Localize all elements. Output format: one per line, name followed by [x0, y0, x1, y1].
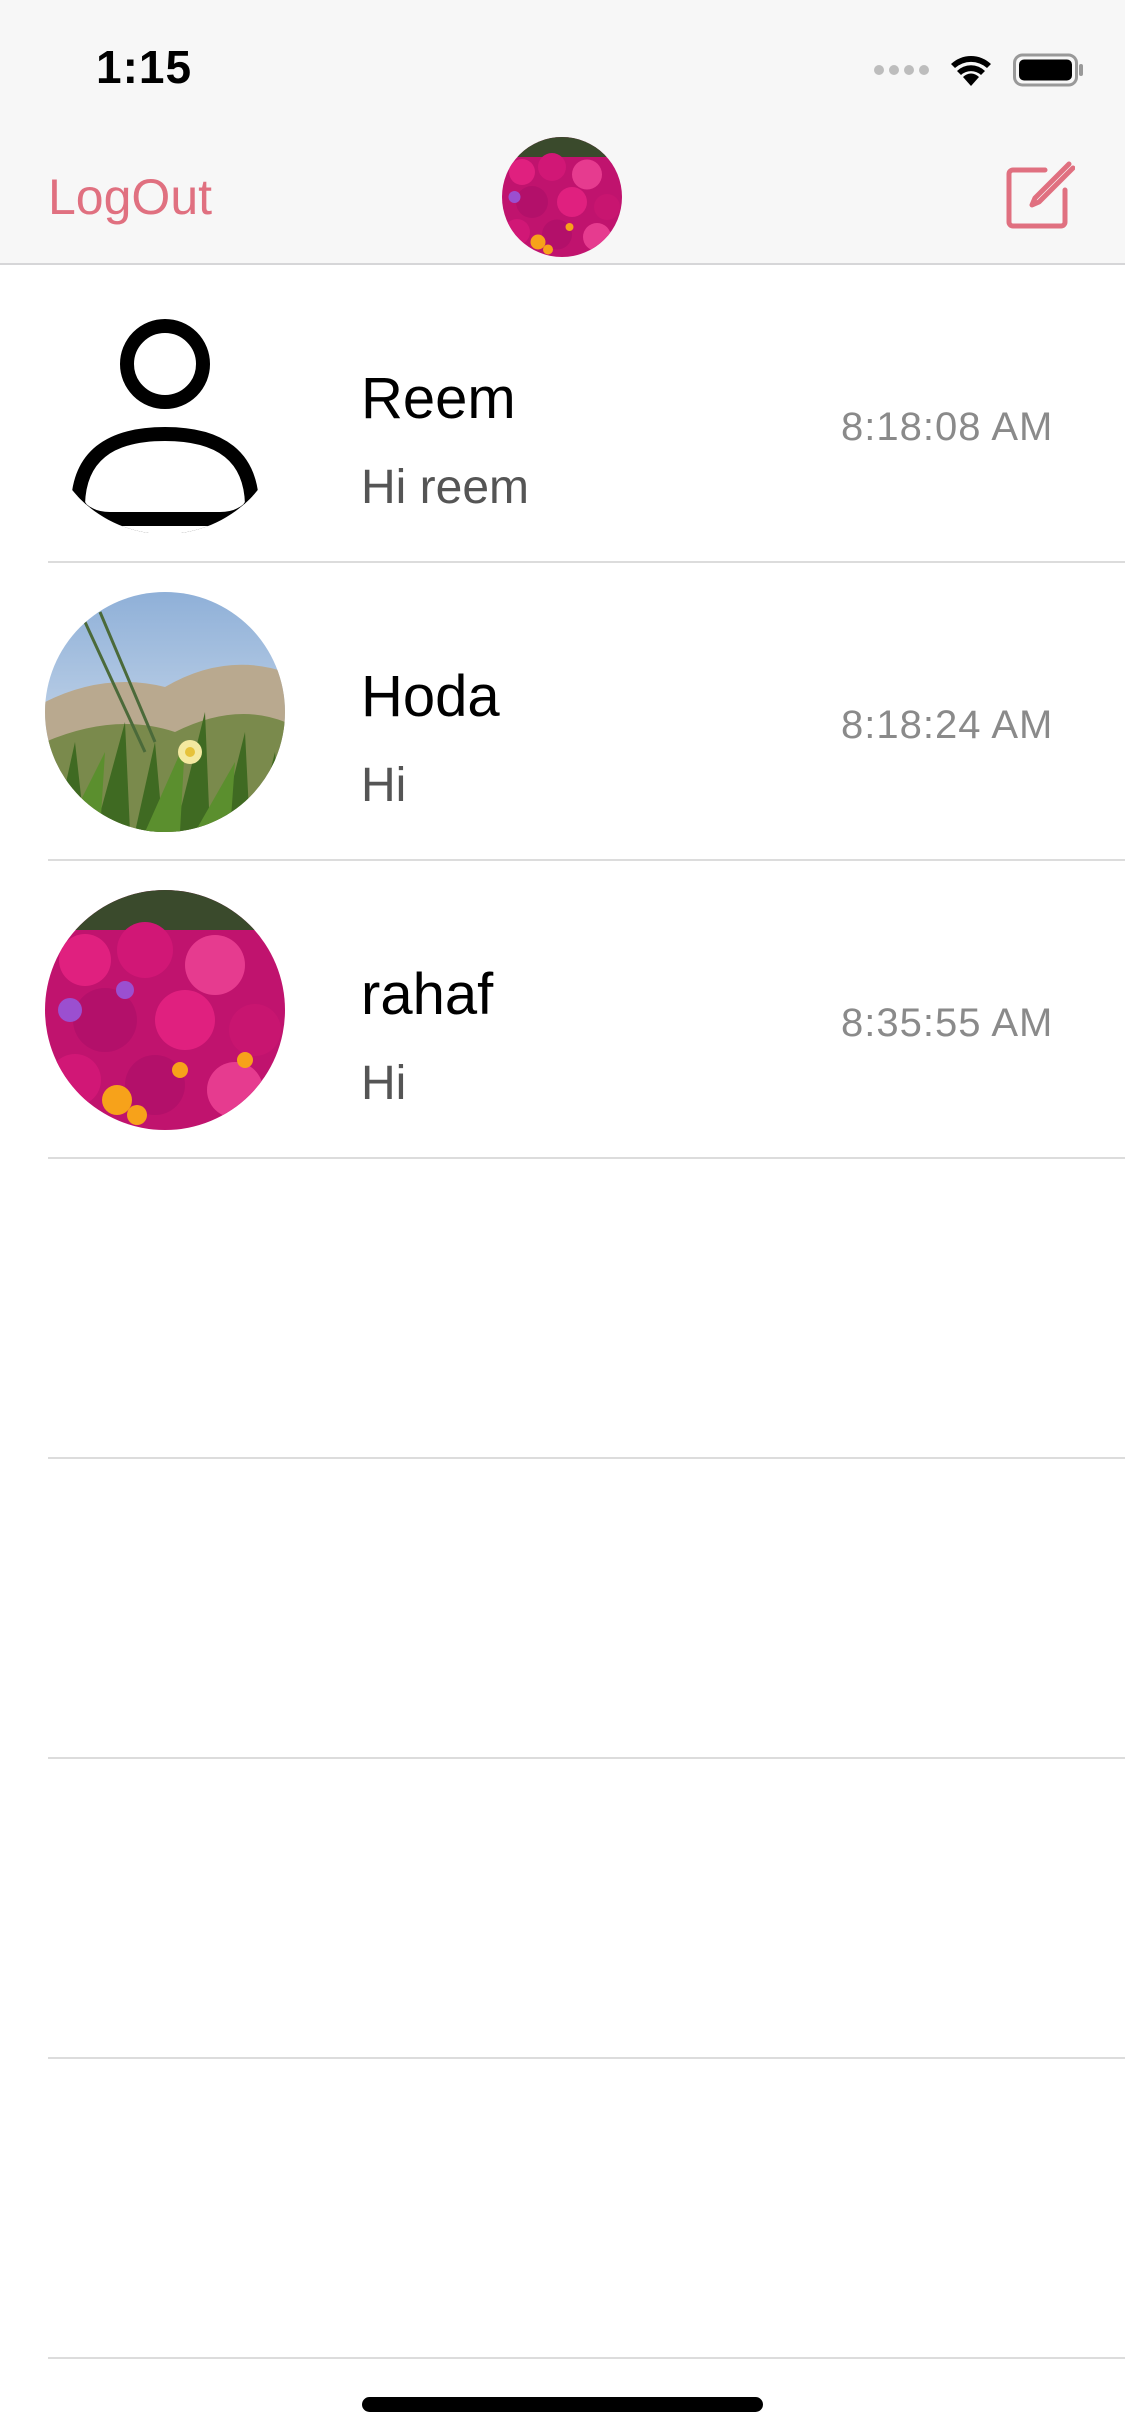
- chat-name: Hoda: [361, 664, 500, 729]
- home-indicator[interactable]: [362, 2397, 763, 2412]
- status-indicators: [874, 50, 1085, 90]
- chat-message-preview: Hi: [361, 1057, 407, 1110]
- signal-dots-icon: [874, 65, 929, 75]
- chat-name: Reem: [361, 366, 516, 431]
- chat-name: rahaf: [361, 962, 494, 1027]
- wifi-icon: [951, 56, 991, 86]
- chat-message-preview: Hi reem: [361, 461, 530, 514]
- chat-row-hoda[interactable]: Hoda Hi 8:18:24 AM: [45, 563, 1125, 861]
- chat-list: Reem Hi reem 8:18:08 AM Hoda Hi 8:18:24 …: [0, 265, 1125, 2359]
- compose-icon[interactable]: [1005, 160, 1075, 230]
- magenta-flowers-photo: [45, 890, 285, 1130]
- battery-icon: [1013, 53, 1083, 87]
- chat-message-preview: Hi: [361, 759, 407, 812]
- grass-flower-photo: [45, 592, 285, 832]
- chat-list-screen: 1:15 LogOut Reem Hi reem 8:18:08 AM Hoda…: [0, 0, 1125, 2436]
- empty-row: [48, 1459, 1125, 1759]
- logout-button[interactable]: LogOut: [48, 168, 212, 226]
- chat-row-reem[interactable]: Reem Hi reem 8:18:08 AM: [45, 265, 1125, 563]
- chat-timestamp: 8:18:08 AM: [841, 405, 1054, 449]
- empty-row: [48, 2059, 1125, 2359]
- person-placeholder-icon: [45, 294, 285, 534]
- navigation-bar: 1:15 LogOut: [0, 0, 1125, 265]
- magenta-flowers-photo: [502, 137, 622, 257]
- empty-row: [48, 1759, 1125, 2059]
- status-time: 1:15: [96, 41, 193, 93]
- chat-timestamp: 8:35:55 AM: [841, 1001, 1054, 1045]
- profile-avatar[interactable]: [502, 137, 622, 257]
- chat-timestamp: 8:18:24 AM: [841, 703, 1054, 747]
- chat-row-rahaf[interactable]: rahaf Hi 8:35:55 AM: [45, 861, 1125, 1159]
- empty-row: [48, 1159, 1125, 1459]
